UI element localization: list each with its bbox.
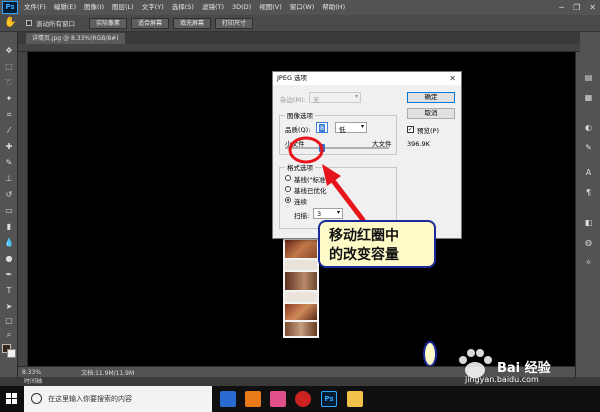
annotation-arrow-shaft	[328, 175, 366, 223]
search-placeholder: 在这里输入你要搜索的内容	[48, 395, 132, 403]
instruction-callout: 移动红圈中 的改变容量	[318, 220, 436, 268]
taskview-icon[interactable]	[220, 391, 236, 407]
callout-line-2: 的改变容量	[329, 247, 399, 263]
app-icon-pink[interactable]	[270, 391, 286, 407]
photoshop-taskbar-icon[interactable]: Ps	[321, 391, 337, 407]
taskbar-search-box[interactable]: 在这里输入你要搜索的内容	[24, 386, 212, 412]
app-icon-orange[interactable]	[245, 391, 261, 407]
annotation-arrow-head	[322, 164, 341, 186]
app-icon-red[interactable]	[295, 391, 311, 407]
watermark-main: Bai 经验	[497, 361, 551, 376]
timeline-label[interactable]: 时间轴	[24, 377, 42, 386]
annotation-circle	[288, 136, 324, 164]
windows-start-icon[interactable]	[0, 386, 24, 412]
windows-taskbar: 在这里输入你要搜索的内容 Ps	[0, 386, 600, 412]
watermark-url: jingyan.baidu.com	[465, 375, 539, 384]
watermark: Bai 经验 jingyan.baidu.com	[455, 345, 595, 385]
zoom-level[interactable]: 8.33%	[22, 369, 41, 376]
search-icon	[31, 393, 42, 404]
document-size: 文档:11.9M/11.9M	[81, 369, 135, 377]
callout-line-1: 移动红圈中	[329, 228, 399, 244]
file-explorer-icon[interactable]	[347, 391, 363, 407]
annotation-small-ellipse	[423, 341, 437, 367]
